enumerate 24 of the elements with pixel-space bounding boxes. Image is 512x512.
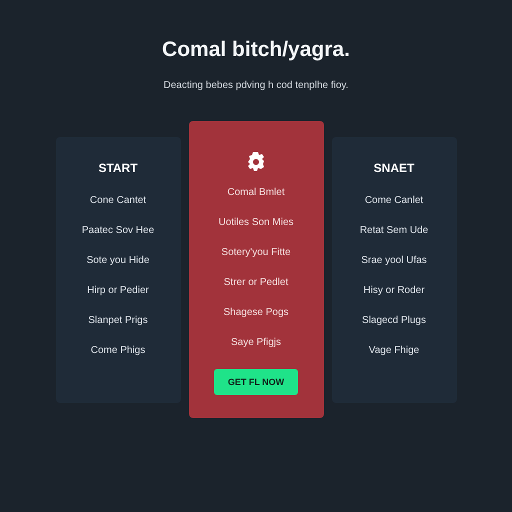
feature-text: Vage Fhige <box>368 344 420 358</box>
feature-text: Srae yool Ufas <box>361 254 427 268</box>
page-title: Comal bitch/yagra. <box>162 38 350 62</box>
cta-button[interactable]: GET FL NOW <box>214 369 298 395</box>
feature-text: Sotery'you Fitte <box>221 247 291 260</box>
feature-text: Shagese Pogs <box>223 307 289 320</box>
feature-text: Come Phigs <box>90 344 146 358</box>
feature-text: Hisy or Roder <box>363 284 425 298</box>
feature-text: Sote you Hide <box>86 254 150 268</box>
feature-text: Cone Cantet <box>90 194 146 208</box>
feature-text: Slagecd Plugs <box>362 314 426 328</box>
feature-text: Come Canlet <box>364 194 424 208</box>
feature-text: Hirp or Pedier <box>87 284 149 298</box>
feature-text: Strer or Pedlet <box>224 277 288 290</box>
plan-name: START <box>98 160 138 176</box>
plan-name: SNAET <box>374 160 414 176</box>
page-subtitle: Deacting bebes pdving h cod tenplhe fioy. <box>164 80 348 91</box>
feature-text: Uotiles Son Mies <box>218 217 294 230</box>
feature-text: Paatec Sov Hee <box>82 224 154 238</box>
feature-text: Saye Pfigjs <box>230 337 282 350</box>
feature-text: Slanpet Prigs <box>88 314 148 328</box>
feature-text: Comal Bmlet <box>227 187 285 200</box>
feature-text: Retat Sem Ude <box>360 224 428 238</box>
gear-icon <box>245 151 267 173</box>
